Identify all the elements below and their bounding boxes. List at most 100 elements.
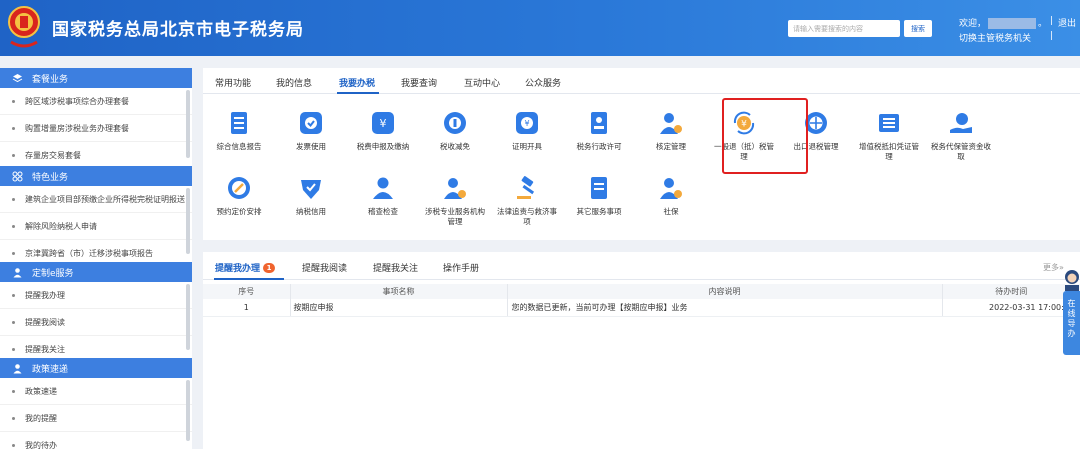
sidebar-item-label: 建筑企业项目部预缴企业所得税完税证明报送 — [25, 194, 185, 204]
sidebar-group-header[interactable]: 政策速递 — [0, 358, 192, 378]
col-index: 序号 — [203, 284, 291, 299]
sidebar-item-label: 提醒我办理 — [25, 290, 65, 300]
active-tab-underline — [337, 92, 379, 94]
tab-common[interactable]: 常用功能 — [215, 76, 251, 89]
legal-gavel-icon — [513, 174, 541, 202]
service-social-security[interactable]: 社保 — [639, 174, 703, 217]
sidebar-item[interactable]: 我的待办 — [0, 432, 192, 449]
sidebar-item[interactable]: 存量房交易套餐 — [0, 142, 192, 166]
bullet-dot — [12, 293, 15, 297]
service-license[interactable]: 税务行政许可 — [567, 109, 631, 152]
online-guide-widget[interactable]: 在线导办 — [1063, 265, 1080, 355]
tab-my-info[interactable]: 我的信息 — [276, 76, 312, 89]
service-label: 涉税专业服务机构管理 — [425, 207, 485, 226]
search-input[interactable] — [788, 20, 900, 37]
vat-voucher-icon — [875, 109, 903, 137]
assistant-avatar-icon[interactable] — [1063, 265, 1080, 291]
sidebar-item[interactable]: 建筑企业项目部预缴企业所得税完税证明报送 — [0, 186, 192, 213]
sidebar-scrollbar[interactable] — [186, 380, 190, 441]
sidebar-item-label: 政策速递 — [25, 386, 57, 396]
switch-tax-office-link[interactable]: 切换主管税务机关 — [959, 31, 1031, 44]
sidebar-item[interactable]: 跨区域涉税事项综合办理套餐 — [0, 88, 192, 115]
tax-reduction-icon — [441, 109, 469, 137]
sidebar-group-header[interactable]: 特色业务 — [0, 166, 192, 186]
more-link[interactable]: 更多» — [1043, 262, 1064, 273]
header-separator: | — [1050, 16, 1054, 26]
sidebar-item[interactable]: 购置增量房涉税业务办理套餐 — [0, 115, 192, 142]
service-pricing-compass[interactable]: 预约定价安排 — [207, 174, 271, 217]
sidebar-item[interactable]: 解除风险纳税人申请 — [0, 213, 192, 240]
site-title: 国家税务总局北京市电子税务局 — [52, 20, 304, 40]
service-label: 证明开具 — [512, 142, 542, 151]
search-button[interactable]: 搜索 — [904, 20, 932, 37]
masked-username — [988, 18, 1037, 29]
cell-item-name[interactable]: 按期应申报 — [290, 299, 508, 317]
sidebar-item[interactable]: 政策速递 — [0, 378, 192, 405]
service-verify-person[interactable]: 核定管理 — [639, 109, 703, 152]
sidebar-item-label: 我的待办 — [25, 440, 57, 449]
tab-query[interactable]: 我要查询 — [401, 76, 437, 89]
service-label: 稽查检查 — [368, 207, 398, 216]
sidebar-item[interactable]: 提醒我阅读 — [0, 309, 192, 336]
sidebar-list: 政策速递我的提醒我的待办 — [0, 378, 192, 449]
service-tax-declare[interactable]: ¥ 税费申报及缴纳 — [351, 109, 415, 152]
sidebar-item-label: 我的提醒 — [25, 413, 57, 423]
table-header: 序号 事项名称 内容说明 待办时间 — [203, 284, 1080, 299]
sidebar-item[interactable]: 我的提醒 — [0, 405, 192, 432]
sidebar-scrollbar[interactable] — [186, 188, 190, 254]
service-label: 综合信息报告 — [216, 142, 262, 151]
service-invoice-check[interactable]: 发票使用 — [279, 109, 343, 152]
other-services-icon — [585, 174, 613, 202]
bullet-dot — [12, 224, 15, 228]
service-document-list[interactable]: 综合信息报告 — [207, 109, 271, 152]
welcome-tail: 。 — [1038, 19, 1048, 29]
reminder-panel: 提醒我办理 1 提醒我阅读 提醒我关注 操作手册 更多» 序号 事项名称 内容说明 待办… — [203, 252, 1080, 449]
sidebar-item[interactable]: 提醒我办理 — [0, 282, 192, 309]
tab-label: 提醒我办理 — [215, 264, 261, 274]
service-tax-reduction[interactable]: 税收减免 — [423, 109, 487, 152]
tab-manual[interactable]: 操作手册 — [443, 261, 479, 274]
tab-remind-handle[interactable]: 提醒我办理 1 — [215, 261, 276, 274]
service-certificate[interactable]: ¥ 证明开具 — [495, 109, 559, 152]
service-agency-manage[interactable]: 涉税专业服务机构管理 — [423, 174, 487, 227]
sidebar-group-title: 政策速递 — [32, 364, 69, 375]
cell-description: 您的数据已更新，当前可办理【按期应申报】业务 — [507, 299, 943, 317]
sidebar-group-header[interactable]: 定制e服务 — [0, 262, 192, 282]
sidebar-group-header[interactable]: 套餐业务 — [0, 68, 192, 88]
highlight-box — [722, 98, 808, 174]
service-credit[interactable]: 纳税信用 — [279, 174, 343, 217]
table-row[interactable]: 1 按期应申报 您的数据已更新，当前可办理【按期应申报】业务 2022-03-31 1… — [203, 299, 1080, 317]
tax-emblem-icon[interactable] — [6, 4, 42, 50]
bullet-dot — [12, 416, 15, 420]
sidebar-group-policy: 政策速递 政策速递 我的提醒 我的待办 — [0, 358, 192, 449]
bullet-dot — [12, 443, 15, 447]
logout-link[interactable]: 退出 — [1058, 16, 1076, 29]
sidebar-group-title: 特色业务 — [32, 172, 69, 183]
package-icon — [12, 73, 23, 84]
sidebar-item[interactable]: 提醒我关注 — [0, 336, 192, 358]
tab-tax-handling[interactable]: 我要办税 — [339, 76, 375, 89]
license-icon — [585, 109, 613, 137]
sidebar-scrollbar[interactable] — [186, 90, 190, 158]
tab-interaction[interactable]: 互动中心 — [464, 76, 500, 89]
guide-char: 线 — [1067, 309, 1076, 318]
sidebar-group-package: 套餐业务 跨区域涉税事项综合办理套餐购置增量房涉税业务办理套餐存量房交易套餐 — [0, 68, 192, 166]
tab-remind-read[interactable]: 提醒我阅读 — [302, 261, 347, 274]
sidebar-item[interactable]: 京津冀跨省（市）迁移涉税事项报告 — [0, 240, 192, 262]
credit-icon — [297, 174, 325, 202]
col-name: 事项名称 — [290, 284, 508, 299]
certificate-icon: ¥ — [513, 109, 541, 137]
sidebar-scrollbar[interactable] — [186, 284, 190, 350]
bullet-dot — [12, 251, 15, 255]
invoice-check-icon — [297, 109, 325, 137]
service-legal-gavel[interactable]: 法律追责与救济事项 — [495, 174, 559, 227]
sidebar-item-label: 购置增量房涉税业务办理套餐 — [25, 123, 129, 133]
service-funds-custody[interactable]: 税务代保管资金收取 — [929, 109, 993, 162]
tab-public[interactable]: 公众服务 — [525, 76, 561, 89]
service-other-services[interactable]: 其它服务事项 — [567, 174, 631, 217]
service-vat-voucher[interactable]: 增值税抵扣凭证管理 — [857, 109, 921, 162]
welcome-text: 欢迎， — [959, 19, 987, 29]
online-guide-button[interactable]: 在线导办 — [1063, 291, 1080, 355]
service-inspection[interactable]: 稽查检查 — [351, 174, 415, 217]
tab-remind-follow[interactable]: 提醒我关注 — [373, 261, 418, 274]
